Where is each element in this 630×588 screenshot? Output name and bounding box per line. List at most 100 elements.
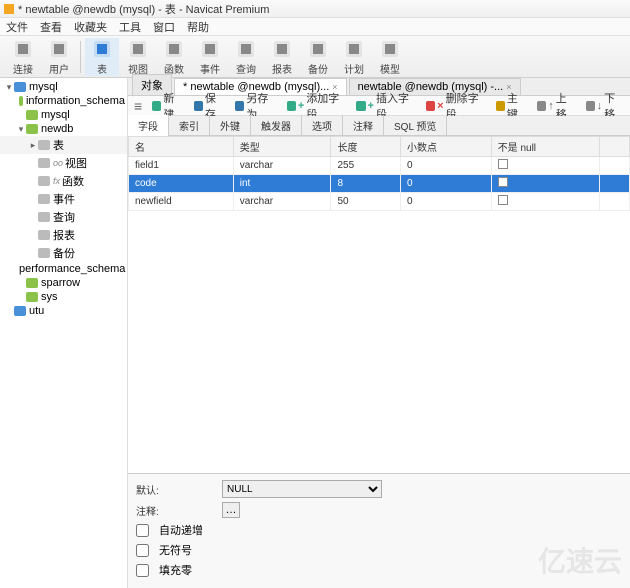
- tree-performance_schema[interactable]: performance_schema: [0, 262, 127, 276]
- toolbar-view[interactable]: 视图: [121, 38, 155, 76]
- menu-工具[interactable]: 工具: [119, 19, 141, 35]
- col-长度[interactable]: 长度: [331, 137, 401, 157]
- db2-icon: [19, 96, 23, 106]
- toolbar-query[interactable]: 查询: [229, 38, 263, 76]
- col-不是 null[interactable]: 不是 null: [491, 137, 599, 157]
- up-icon: [537, 101, 546, 111]
- zerofill-checkbox[interactable]: [136, 564, 149, 577]
- tree-视图[interactable]: oo视图: [0, 154, 127, 172]
- user-icon: [48, 38, 70, 60]
- tree-newdb[interactable]: ▾newdb: [0, 122, 127, 136]
- tree-mysql[interactable]: mysql: [0, 108, 127, 122]
- db2-icon: [26, 110, 38, 120]
- pkey-icon: [496, 101, 505, 111]
- comment-label: 注释:: [136, 503, 216, 518]
- table-row[interactable]: newfieldvarchar500: [129, 193, 630, 211]
- tree-事件[interactable]: 事件: [0, 190, 127, 208]
- design-tabs: 字段索引外键触发器选项注释SQL 预览: [128, 116, 630, 136]
- comment-expand-button[interactable]: …: [222, 502, 240, 518]
- menu-窗口[interactable]: 窗口: [153, 19, 175, 35]
- toolbar-plug[interactable]: 连接: [6, 38, 40, 76]
- view-icon: [127, 38, 149, 60]
- main-toolbar: 连接用户表视图函数事件查询报表备份计划模型: [0, 36, 630, 78]
- design-tab-触发器[interactable]: 触发器: [251, 115, 302, 136]
- menu-查看[interactable]: 查看: [40, 19, 62, 35]
- addcol-icon: [287, 101, 296, 111]
- notnull-checkbox[interactable]: [498, 177, 508, 187]
- menu-收藏夹[interactable]: 收藏夹: [74, 19, 107, 35]
- default-label: 默认:: [136, 482, 216, 497]
- col-类型[interactable]: 类型: [233, 137, 331, 157]
- notnull-checkbox[interactable]: [498, 195, 508, 205]
- toolbar-backup[interactable]: 备份: [301, 38, 335, 76]
- col-小数点[interactable]: 小数点: [401, 137, 492, 157]
- menu-帮助[interactable]: 帮助: [187, 19, 209, 35]
- tree-utu[interactable]: utu: [0, 304, 127, 318]
- expand-icon[interactable]: ▾: [16, 124, 26, 135]
- func-icon: [163, 38, 185, 60]
- tree-mysql[interactable]: ▾mysql: [0, 80, 127, 94]
- tree-函数[interactable]: fx函数: [0, 172, 127, 190]
- tbl-icon: [38, 140, 50, 150]
- connection-tree[interactable]: ▾mysqlinformation_schemamysql▾newdb▸表oo视…: [0, 78, 128, 588]
- tree-报表[interactable]: 报表: [0, 226, 127, 244]
- db2-icon: [26, 292, 38, 302]
- title-bar: * newtable @newdb (mysql) - 表 - Navicat …: [0, 0, 630, 18]
- qr-icon: [38, 212, 50, 222]
- toolbar-model[interactable]: 模型: [373, 38, 407, 76]
- schedule-icon: [343, 38, 365, 60]
- model-icon: [379, 38, 401, 60]
- app-icon: [4, 4, 14, 14]
- tree-sparrow[interactable]: sparrow: [0, 276, 127, 290]
- ev-icon: [38, 194, 50, 204]
- backup-icon: [307, 38, 329, 60]
- default-select[interactable]: NULL: [222, 480, 382, 498]
- field-grid-wrap: 名类型长度小数点不是 nullfield1varchar2550codeint8…: [128, 136, 630, 473]
- toolbar-report[interactable]: 报表: [265, 38, 299, 76]
- table-row[interactable]: field1varchar2550: [129, 157, 630, 175]
- tree-information_schema[interactable]: information_schema: [0, 94, 127, 108]
- design-tab-外键[interactable]: 外键: [210, 115, 251, 136]
- unsigned-label: 无符号: [159, 542, 192, 558]
- design-tab-注释[interactable]: 注释: [343, 115, 384, 136]
- field-properties: 默认: NULL 注释: … 自动递增 无符号 填充零: [128, 473, 630, 588]
- toolbar-schedule[interactable]: 计划: [337, 38, 371, 76]
- tree-备份[interactable]: 备份: [0, 244, 127, 262]
- content-area: 对象* newtable @newdb (mysql)...×newtable …: [128, 78, 630, 588]
- tree-表[interactable]: ▸表: [0, 136, 127, 154]
- event-icon: [199, 38, 221, 60]
- menu-文件[interactable]: 文件: [6, 19, 28, 35]
- toolbar-event[interactable]: 事件: [193, 38, 227, 76]
- design-tab-索引[interactable]: 索引: [169, 115, 210, 136]
- col-名[interactable]: 名: [129, 137, 234, 157]
- db-icon: [14, 82, 26, 92]
- unsigned-checkbox[interactable]: [136, 544, 149, 557]
- design-tab-SQL 预览[interactable]: SQL 预览: [384, 115, 447, 136]
- db2-icon: [26, 278, 38, 288]
- toolbar-user[interactable]: 用户: [42, 38, 76, 76]
- table-row[interactable]: codeint80: [129, 175, 630, 193]
- design-tab-选项[interactable]: 选项: [302, 115, 343, 136]
- menu-icon[interactable]: ≡: [134, 98, 142, 114]
- bk-icon: [38, 248, 50, 258]
- rp-icon: [38, 230, 50, 240]
- save-icon: [194, 101, 203, 111]
- fn-icon: [38, 176, 50, 186]
- vw-icon: [38, 158, 50, 168]
- expand-icon[interactable]: ▾: [4, 82, 14, 93]
- auto-increment-label: 自动递增: [159, 522, 203, 538]
- toolbar-func[interactable]: 函数: [157, 38, 191, 76]
- design-toolbar: ≡新建保存另存为+添加字段+插入字段×删除字段主键↑上移↓下移: [128, 96, 630, 116]
- auto-increment-checkbox[interactable]: [136, 524, 149, 537]
- zerofill-label: 填充零: [159, 562, 192, 578]
- tree-sys[interactable]: sys: [0, 290, 127, 304]
- expand-icon[interactable]: ▸: [28, 140, 38, 151]
- toolbar-table[interactable]: 表: [85, 38, 119, 76]
- down-icon: [586, 101, 595, 111]
- tree-查询[interactable]: 查询: [0, 208, 127, 226]
- design-tab-字段[interactable]: 字段: [128, 115, 169, 137]
- new-icon: [152, 101, 161, 111]
- notnull-checkbox[interactable]: [498, 159, 508, 169]
- saveas-icon: [235, 101, 244, 111]
- field-grid[interactable]: 名类型长度小数点不是 nullfield1varchar2550codeint8…: [128, 136, 630, 211]
